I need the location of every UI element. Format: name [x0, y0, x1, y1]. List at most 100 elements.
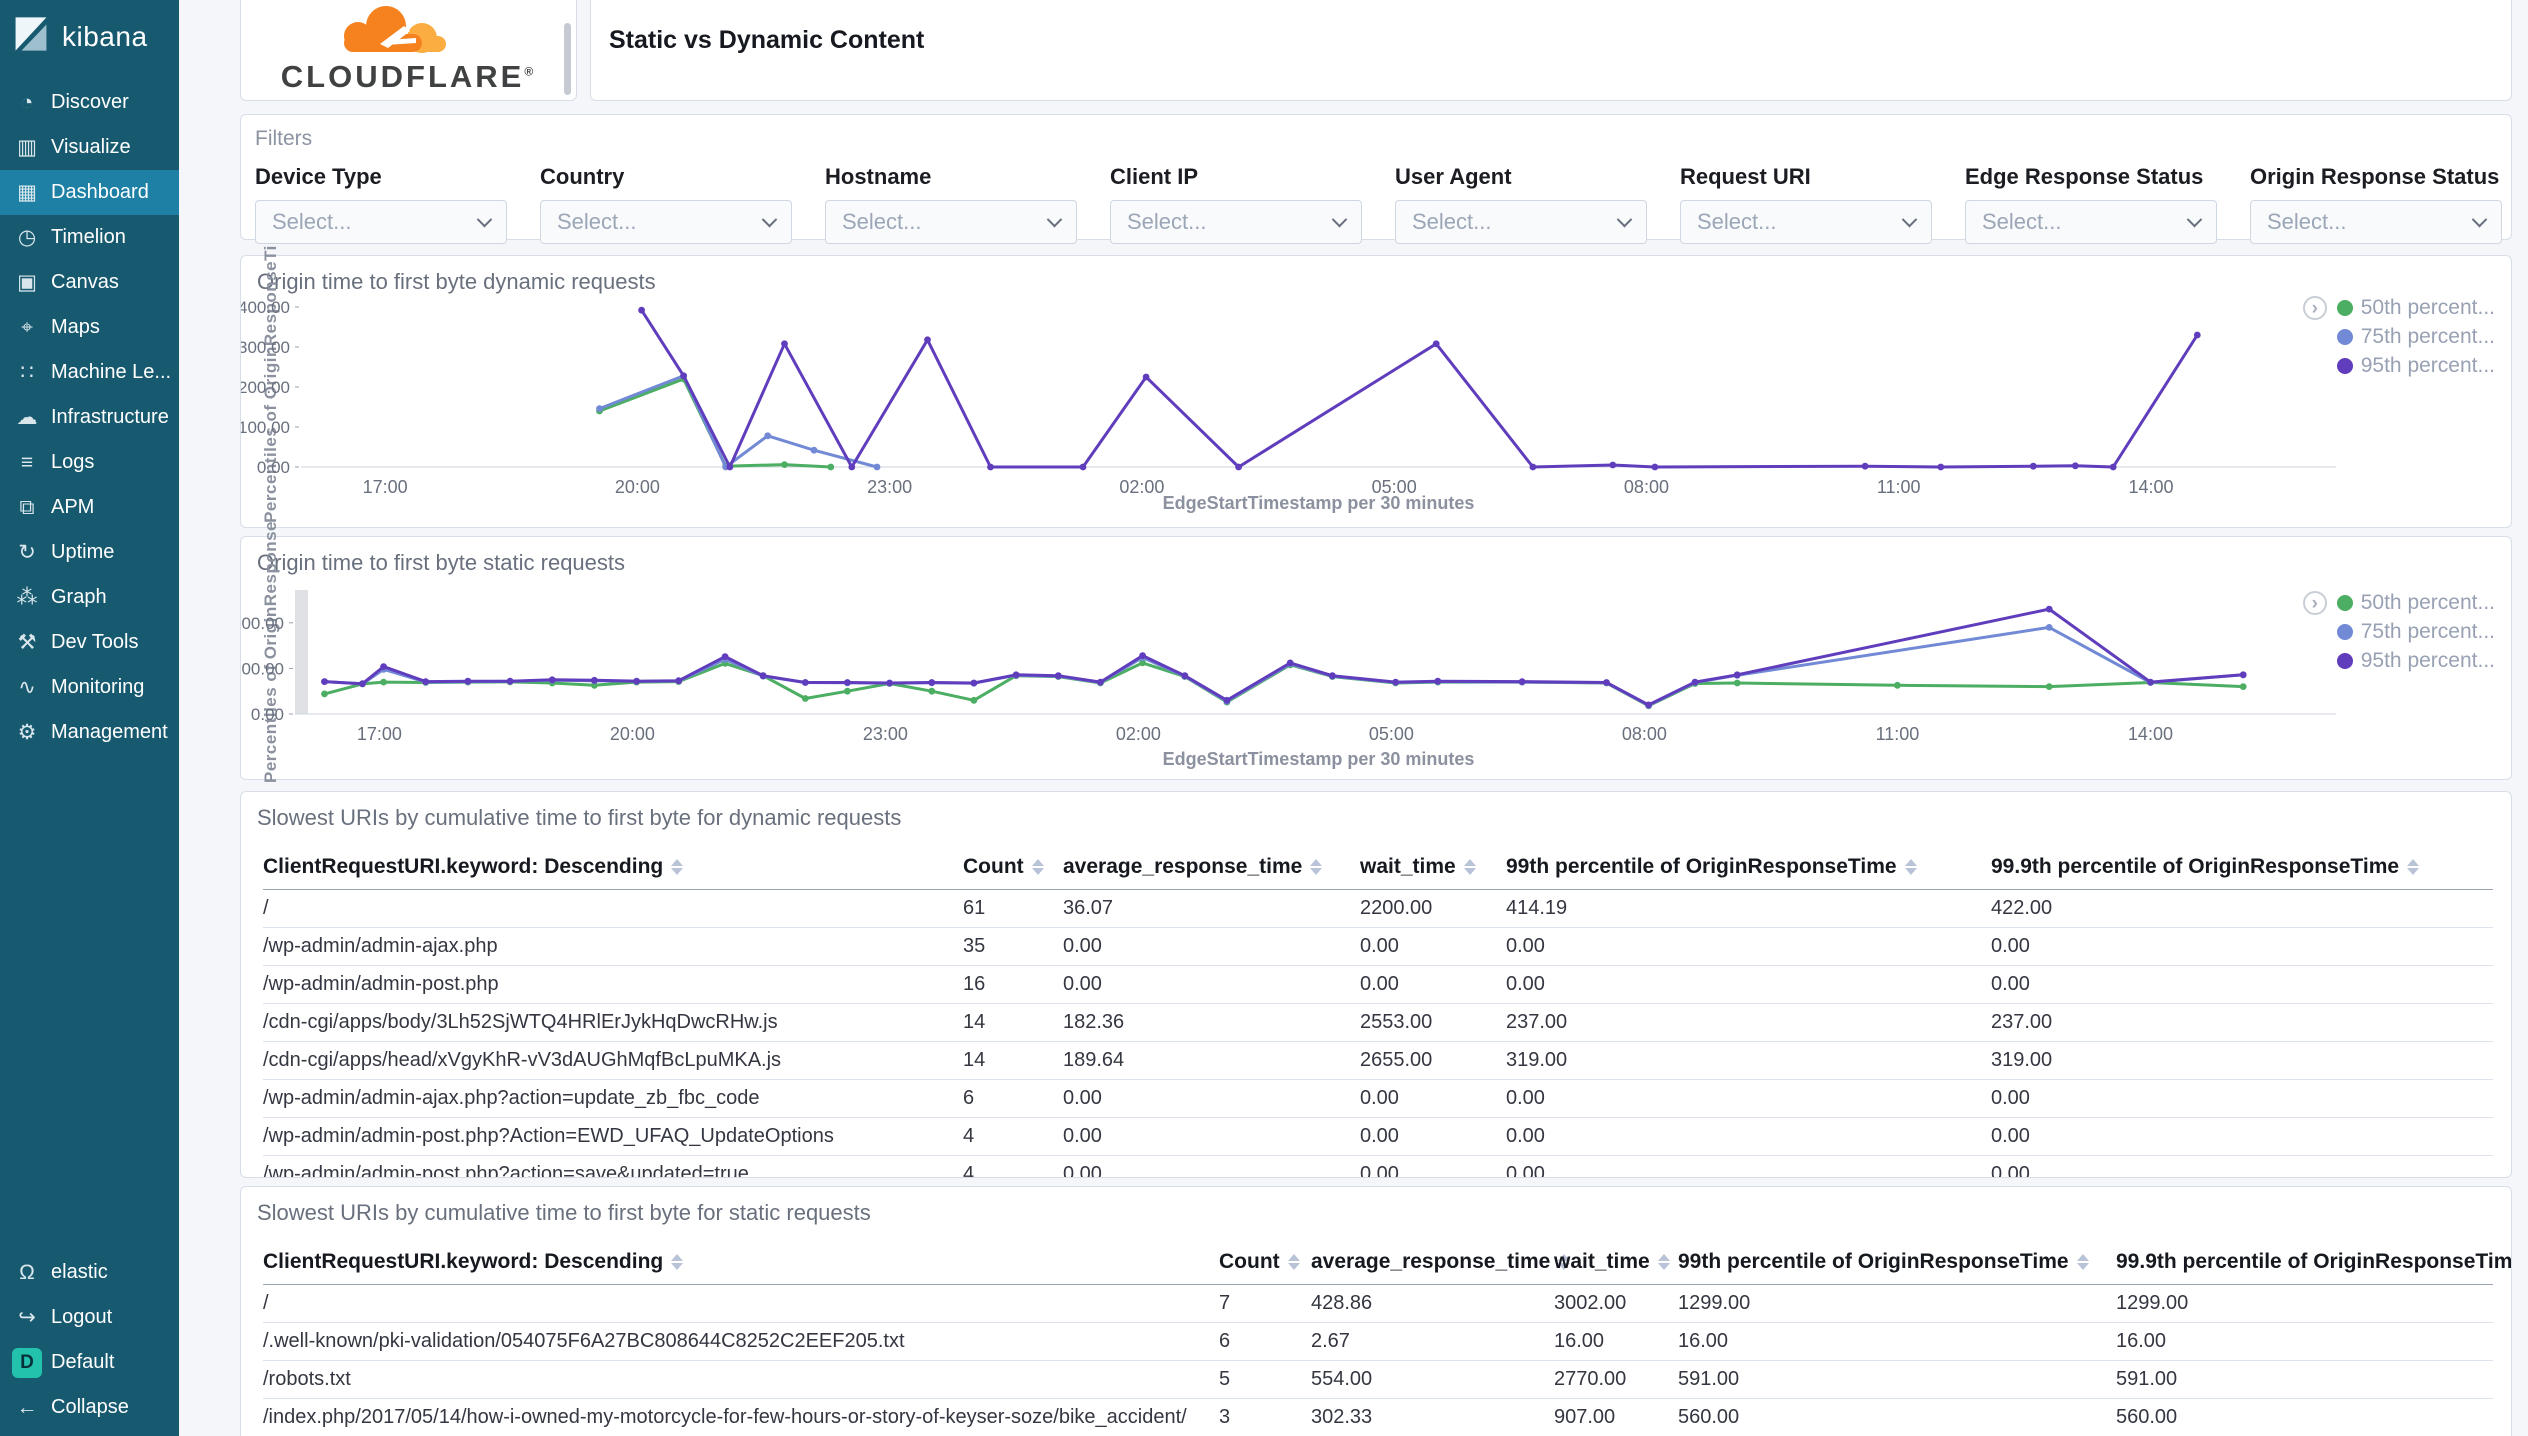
table-cell: 237.00: [1506, 1003, 1991, 1042]
chart-title: Origin time to first byte static request…: [257, 550, 626, 575]
sidebar: kibana ◔ Discover ▥ Visualize ▦ Dashboar…: [0, 0, 179, 1436]
nav-item-label: Infrastructure: [51, 406, 169, 428]
table-cell: 16.00: [1554, 1322, 1678, 1361]
sidebar-item-management[interactable]: ⚙ Management: [0, 710, 179, 755]
filter-select[interactable]: Select...: [2250, 200, 2502, 244]
filter-select[interactable]: Select...: [1680, 200, 1932, 244]
chevron-down-icon: [1616, 211, 1633, 227]
sort-icon: [671, 859, 684, 876]
filter-select[interactable]: Select...: [1110, 200, 1362, 244]
column-header[interactable]: ClientRequestURI.keyword: Descending: [263, 851, 963, 890]
filter-select[interactable]: Select...: [540, 200, 792, 244]
table-cell: /.well-known/pki-validation/054075F6A27B…: [263, 1322, 1219, 1361]
table-cell: /wp-admin/admin-post.php: [263, 965, 963, 1004]
filter-select[interactable]: Select...: [1965, 200, 2217, 244]
sidebar-item-dashboard[interactable]: ▦ Dashboard: [0, 170, 179, 215]
filter-select[interactable]: Select...: [1395, 200, 1647, 244]
nav-item-label: Monitoring: [51, 676, 145, 698]
nav-item-label: Dashboard: [51, 181, 149, 203]
sidebar-item-visualize[interactable]: ▥ Visualize: [0, 125, 179, 170]
filter-select-placeholder: Select...: [1127, 209, 1207, 234]
table-cell: 5: [1219, 1360, 1311, 1399]
table-header-row: ClientRequestURI.keyword: Descending Coun…: [263, 1246, 2511, 1285]
column-header[interactable]: 99.9th percentile of OriginResponseTime: [2116, 1246, 2511, 1285]
column-header[interactable]: Count: [1219, 1246, 1311, 1285]
legend-toggle-icon[interactable]: ›: [2302, 296, 2327, 320]
table-cell: 0.00: [1360, 1117, 1506, 1156]
sidebar-item-logout[interactable]: ↪ Logout: [0, 1295, 179, 1340]
default-space-badge: D: [12, 1347, 42, 1378]
sidebar-item-elastic-user[interactable]: Ω elastic: [0, 1250, 179, 1295]
table-cell: /wp-admin/admin-post.php?Action=EWD_UFAQ…: [263, 1117, 963, 1156]
legend-item[interactable]: 50th percent...: [2336, 591, 2495, 615]
logout-door-icon: ↪: [18, 1306, 36, 1329]
table-cell: 0.00: [1991, 1117, 2493, 1156]
column-header[interactable]: Count: [963, 851, 1063, 890]
nav-item-label: Management: [51, 721, 168, 743]
sidebar-item-collapse[interactable]: ← Collapse: [0, 1385, 179, 1430]
column-header[interactable]: 99.9th percentile of OriginResponseTime: [1991, 851, 2493, 890]
nav-item-label: Machine Le...: [51, 361, 172, 383]
sidebar-item-discover[interactable]: ◔ Discover: [0, 80, 179, 125]
sidebar-item-infrastructure[interactable]: ☁ Infrastructure: [0, 395, 179, 440]
filters-panel: Filters Device Type Select... Country Se…: [240, 114, 2512, 244]
sort-icon: [671, 1254, 684, 1271]
panel-scrollbar-thumb[interactable]: [564, 23, 571, 95]
sidebar-item-canvas[interactable]: ▣ Canvas: [0, 260, 179, 305]
column-header[interactable]: wait_time: [1554, 1246, 1678, 1285]
column-header[interactable]: average_response_time: [1311, 1246, 1571, 1285]
nav-item-label: Collapse: [51, 1396, 129, 1418]
sidebar-item-apm[interactable]: ⧉ APM: [0, 485, 179, 530]
legend-toggle-icon[interactable]: ›: [2302, 591, 2327, 615]
sidebar-item-default-space[interactable]: D Default: [0, 1340, 179, 1385]
sidebar-item-machine-learning[interactable]: ∷ Machine Le...: [0, 350, 179, 395]
filter-select-placeholder: Select...: [272, 209, 352, 234]
column-header-label: 99th percentile of OriginResponseTime: [1506, 855, 1897, 878]
legend-item[interactable]: 75th percent...: [2336, 620, 2495, 644]
dashboard-title-panel: Static vs Dynamic Content: [590, 0, 2512, 101]
table-cell: 16.00: [1678, 1322, 2116, 1361]
nav-item-label: Logout: [51, 1306, 113, 1328]
filter-field-label: User Agent: [1395, 164, 1512, 189]
filter-field-label: Request URI: [1680, 164, 1811, 189]
sidebar-item-graph[interactable]: ⁂ Graph: [0, 575, 179, 620]
table-cell: 591.00: [1678, 1360, 2116, 1399]
sidebar-item-maps[interactable]: ⌖ Maps: [0, 305, 179, 350]
legend-item[interactable]: 50th percent...: [2336, 296, 2495, 320]
column-header[interactable]: ClientRequestURI.keyword: Descending: [263, 1246, 1219, 1285]
column-header[interactable]: wait_time: [1360, 851, 1506, 890]
filter-field: Edge Response Status Select...: [1965, 164, 2217, 244]
bar-chart-icon: ▥: [17, 136, 37, 159]
filter-select[interactable]: Select...: [255, 200, 507, 244]
column-header[interactable]: 99th percentile of OriginResponseTime: [1678, 1246, 2116, 1285]
table-cell: 0.00: [1360, 965, 1506, 1004]
sidebar-item-timelion[interactable]: ◷ Timelion: [0, 215, 179, 260]
legend-series-dot: [2336, 358, 2353, 374]
filter-select-placeholder: Select...: [1697, 209, 1777, 234]
registered-mark: ®: [524, 64, 537, 79]
chart-legend: › 50th percent... 75th percent... 95th p…: [2302, 591, 2495, 673]
legend-series-dot: [2336, 329, 2353, 345]
legend-item[interactable]: 75th percent...: [2336, 325, 2495, 349]
sidebar-item-logs[interactable]: ≡ Logs: [0, 440, 179, 485]
column-header[interactable]: 99th percentile of OriginResponseTime: [1506, 851, 1991, 890]
svg-text:02:00: 02:00: [1116, 724, 1161, 744]
legend-item[interactable]: 95th percent...: [2336, 354, 2495, 378]
column-header[interactable]: average_response_time: [1063, 851, 1360, 890]
table-row: /wp-admin/admin-post.php?action=save&upd…: [263, 1155, 2493, 1177]
kibana-logo[interactable]: kibana: [0, 0, 179, 70]
legend-item[interactable]: 95th percent...: [2336, 649, 2495, 673]
table-cell: 0.00: [1063, 1117, 1360, 1156]
sort-icon: [1310, 859, 1323, 876]
legend-items: 50th percent... 75th percent... 95th per…: [2336, 591, 2495, 673]
sidebar-item-uptime[interactable]: ↻ Uptime: [0, 530, 179, 575]
sidebar-item-dev-tools[interactable]: ⚒ Dev Tools: [0, 620, 179, 665]
table-cell: 4: [963, 1155, 1063, 1177]
table-cell: /: [263, 889, 963, 928]
chart-legend: › 50th percent... 75th percent... 95th p…: [2302, 296, 2495, 378]
filter-select-placeholder: Select...: [2267, 209, 2347, 234]
table-row: /61 36.07 2200.00 414.19 422.00: [263, 889, 2493, 928]
filter-field: Client IP Select...: [1110, 164, 1362, 244]
filter-select[interactable]: Select...: [825, 200, 1077, 244]
sidebar-item-monitoring[interactable]: ∿ Monitoring: [0, 665, 179, 710]
